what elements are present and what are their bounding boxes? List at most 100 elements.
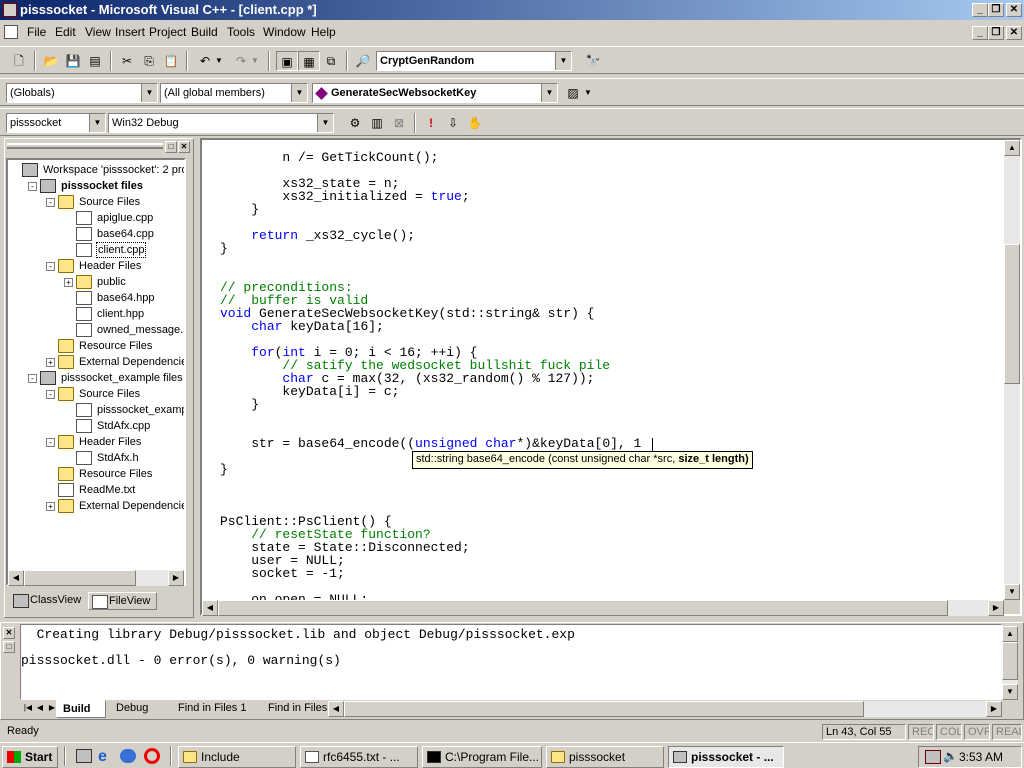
breakpoint-hand-icon[interactable]: ✋ — [464, 113, 486, 133]
window-list-icon[interactable]: ⧉ — [320, 51, 342, 71]
internet-explorer-icon[interactable]: e — [98, 748, 107, 766]
taskbar-button[interactable]: Include — [178, 746, 296, 768]
collapse-icon[interactable]: - — [28, 182, 37, 191]
tab-find-in-files-1[interactable]: Find in Files 1 — [172, 700, 258, 718]
output-hscrollbar[interactable]: ◀ ▶ — [328, 701, 1002, 717]
execute-icon[interactable]: ! — [420, 113, 442, 133]
scroll-thumb[interactable] — [1004, 244, 1020, 384]
scroll-thumb[interactable] — [218, 600, 948, 616]
redo-dropdown-icon[interactable]: ▼ — [250, 51, 260, 71]
tray-app-icon[interactable] — [925, 750, 941, 764]
chevron-down-icon[interactable]: ▼ — [291, 84, 307, 102]
cut-icon[interactable]: ✂ — [116, 51, 138, 71]
title-bar[interactable]: pisssocket - Microsoft Visual C++ - [cli… — [0, 0, 1024, 20]
code-editor[interactable]: n /= GetTickCount(); xs32_state = n; xs3… — [202, 140, 1004, 600]
opera-icon[interactable] — [144, 748, 160, 764]
expand-icon[interactable]: + — [46, 358, 55, 367]
app-icon[interactable] — [3, 3, 17, 17]
chevron-down-icon[interactable]: ▼ — [317, 114, 333, 132]
output-text[interactable]: Creating library Debug/pisssocket.lib an… — [20, 624, 1002, 700]
menu-tools[interactable]: Tools — [222, 22, 260, 42]
scroll-left-icon[interactable]: ◀ — [8, 570, 24, 586]
find-combo[interactable]: CryptGenRandom ▼ — [376, 51, 572, 71]
workspace-toggle-icon[interactable]: ▣ — [276, 51, 298, 71]
project-combo[interactable]: pisssocket ▼ — [6, 113, 106, 133]
member-combo[interactable]: GenerateSecWebsocketKey ▼ — [312, 83, 558, 103]
undo-dropdown-icon[interactable]: ▼ — [214, 51, 224, 71]
find-icon[interactable]: 🔭 — [582, 51, 604, 71]
scroll-up-icon[interactable]: ▲ — [1004, 140, 1020, 156]
new-text-file-icon[interactable]: 🗋 — [8, 51, 30, 71]
find-in-files-icon[interactable]: 🔎 — [352, 51, 374, 71]
config-combo[interactable]: Win32 Debug ▼ — [108, 113, 334, 133]
taskbar-button[interactable]: rfc6455.txt - ... — [300, 746, 418, 768]
compile-icon[interactable]: ⚙ — [344, 113, 366, 133]
menu-help[interactable]: Help — [306, 22, 341, 42]
outlook-express-icon[interactable] — [120, 749, 136, 763]
redo-icon[interactable]: ↷ — [230, 51, 252, 71]
scroll-right-icon[interactable]: ▶ — [988, 600, 1004, 616]
output-maximize-icon[interactable]: □ — [3, 641, 15, 653]
output-vscrollbar[interactable]: ▲ ▼ — [1002, 626, 1018, 700]
tab-debug[interactable]: Debug — [110, 700, 168, 718]
wizard-action-icon[interactable]: ▨ — [562, 83, 584, 103]
tab-build[interactable]: Build — [56, 700, 106, 718]
taskbar-button[interactable]: pisssocket - ... — [668, 746, 784, 768]
save-icon[interactable]: 💾 — [62, 51, 84, 71]
scroll-right-icon[interactable]: ▶ — [986, 701, 1002, 717]
menu-window[interactable]: Window — [258, 22, 311, 42]
chevron-down-icon[interactable]: ▼ — [555, 52, 571, 70]
build-icon[interactable]: ▥ — [366, 113, 388, 133]
taskbar-button[interactable]: C:\Program File... — [422, 746, 542, 768]
collapse-icon[interactable]: - — [46, 390, 55, 399]
open-icon[interactable]: 📂 — [40, 51, 62, 71]
clock[interactable]: 3:53 AM — [959, 750, 1003, 764]
menu-project[interactable]: Project — [144, 22, 191, 42]
go-icon[interactable]: ⇩ — [442, 113, 464, 133]
collapse-icon[interactable]: - — [28, 374, 37, 383]
expand-icon[interactable]: + — [64, 278, 73, 287]
copy-icon[interactable]: ⎘ — [138, 51, 160, 71]
paste-icon[interactable]: 📋 — [160, 51, 182, 71]
close-icon[interactable]: ✕ — [1006, 3, 1022, 17]
collapse-icon[interactable]: - — [46, 262, 55, 271]
collapse-icon[interactable]: - — [46, 438, 55, 447]
output-close-icon[interactable]: ✕ — [3, 627, 15, 639]
doc-close-icon[interactable]: ✕ — [1006, 26, 1022, 40]
pane-grip[interactable] — [7, 143, 163, 149]
chevron-down-icon[interactable]: ▼ — [141, 84, 157, 102]
scroll-right-icon[interactable]: ▶ — [168, 570, 184, 586]
doc-restore-icon[interactable]: ❐ — [988, 26, 1004, 40]
start-button[interactable]: Start — [2, 746, 58, 768]
scroll-left-icon[interactable]: ◀ — [328, 701, 344, 717]
menu-file[interactable]: File — [22, 22, 51, 42]
save-all-icon[interactable]: ▤ — [84, 51, 106, 71]
scroll-thumb[interactable] — [1002, 642, 1018, 680]
editor-hscrollbar[interactable]: ◀ ▶ — [202, 600, 1004, 616]
expand-icon[interactable]: + — [46, 502, 55, 511]
scroll-thumb[interactable] — [24, 570, 136, 586]
scroll-down-icon[interactable]: ▼ — [1004, 584, 1020, 600]
show-desktop-icon[interactable] — [76, 749, 92, 763]
volume-icon[interactable]: 🔈 — [943, 749, 958, 763]
doc-minimize-icon[interactable]: _ — [972, 26, 988, 40]
class-combo[interactable]: (Globals) ▼ — [6, 83, 158, 103]
menu-edit[interactable]: Edit — [50, 22, 81, 42]
pane-close-icon[interactable]: ✕ — [178, 141, 190, 153]
minimize-icon[interactable]: _ — [972, 3, 988, 17]
scroll-left-icon[interactable]: ◀ — [202, 600, 218, 616]
document-icon[interactable] — [4, 25, 18, 39]
taskbar-button[interactable]: pisssocket — [546, 746, 664, 768]
scroll-up-icon[interactable]: ▲ — [1002, 626, 1018, 642]
chevron-down-icon[interactable]: ▼ — [89, 114, 105, 132]
editor-vscrollbar[interactable]: ▲ ▼ — [1004, 140, 1020, 600]
stop-build-icon[interactable]: ⊠ — [388, 113, 410, 133]
tab-fileview[interactable]: FileView — [88, 592, 158, 610]
menu-build[interactable]: Build — [186, 22, 223, 42]
chevron-down-icon[interactable]: ▼ — [541, 84, 557, 102]
scroll-down-icon[interactable]: ▼ — [1002, 684, 1018, 700]
wizard-action-dropdown-icon[interactable]: ▼ — [582, 83, 594, 103]
undo-icon[interactable]: ↶ — [194, 51, 216, 71]
output-toggle-icon[interactable]: ▦ — [298, 51, 320, 71]
restore-icon[interactable]: ❐ — [988, 3, 1004, 17]
